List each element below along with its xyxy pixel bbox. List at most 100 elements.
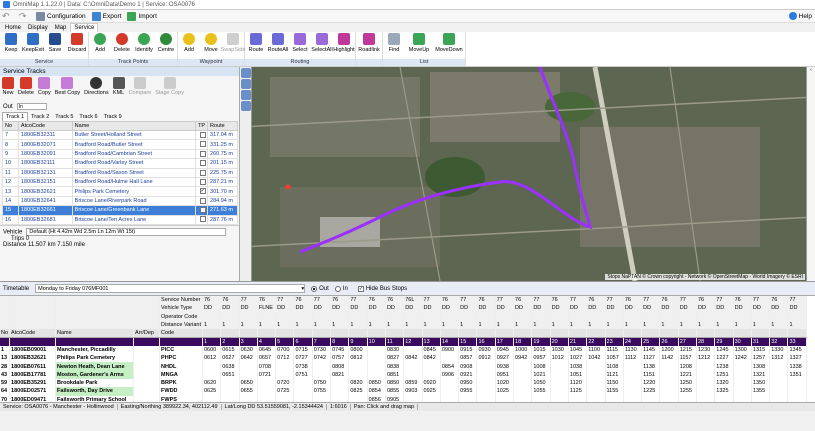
time-cell[interactable]: 1330 bbox=[769, 345, 789, 355]
timing-point-checkbox[interactable] bbox=[199, 150, 206, 157]
table-row[interactable]: 10 1800EB32111 Bradford Road/Varley Street… bbox=[2, 158, 238, 169]
tab-track-1[interactable]: Track 1 bbox=[2, 112, 29, 121]
time-cell[interactable] bbox=[659, 387, 679, 396]
time-cell[interactable] bbox=[733, 370, 752, 379]
direction-field[interactable]: In bbox=[16, 103, 47, 110]
time-cell[interactable]: 0950 bbox=[458, 378, 478, 388]
time-cell[interactable]: 1020 bbox=[495, 378, 515, 388]
time-cell[interactable]: 0742 bbox=[312, 354, 332, 363]
time-cell[interactable] bbox=[623, 387, 643, 396]
timing-point-checkbox[interactable] bbox=[199, 141, 206, 148]
time-cell[interactable]: 0720 bbox=[275, 378, 295, 388]
time-cell[interactable]: 1021 bbox=[531, 370, 551, 379]
time-cell[interactable] bbox=[678, 395, 698, 402]
time-cell[interactable]: 0600 bbox=[202, 345, 222, 355]
table-row[interactable]: 13 1800EB32621 Philips Park Cemetery PHPC 06… bbox=[0, 354, 807, 363]
col-route[interactable]: Route bbox=[207, 121, 238, 131]
time-cell[interactable] bbox=[403, 395, 423, 402]
time-cell[interactable] bbox=[330, 395, 350, 402]
time-cell[interactable]: 1100 bbox=[586, 345, 606, 355]
time-cell[interactable] bbox=[696, 378, 716, 388]
time-cell[interactable]: 1150 bbox=[605, 378, 624, 388]
time-cell[interactable] bbox=[586, 362, 606, 371]
delete-track-button[interactable]: Delete bbox=[18, 77, 34, 101]
time-cell[interactable] bbox=[769, 387, 789, 396]
time-cell[interactable]: 0930 bbox=[476, 345, 496, 355]
time-cell[interactable]: 0808 bbox=[330, 362, 350, 371]
col-no[interactable]: No bbox=[2, 121, 19, 131]
time-cell[interactable] bbox=[220, 395, 240, 402]
best-copy-button[interactable]: Best Copy bbox=[55, 77, 80, 101]
time-cell[interactable]: 1125 bbox=[568, 387, 588, 396]
time-cell[interactable] bbox=[714, 395, 734, 402]
time-cell[interactable]: 1115 bbox=[605, 345, 624, 355]
time-cell[interactable] bbox=[330, 378, 350, 388]
time-cell[interactable]: 1350 bbox=[751, 378, 771, 388]
table-row[interactable]: 28 1800EB07611 Newton Heath, Dean Lane NHDL… bbox=[0, 362, 807, 371]
time-cell[interactable]: 1351 bbox=[787, 370, 807, 379]
time-cell[interactable] bbox=[220, 378, 240, 388]
kml-button[interactable]: KML bbox=[112, 77, 125, 101]
time-cell[interactable] bbox=[513, 370, 533, 379]
time-cell[interactable]: 0908 bbox=[458, 362, 478, 371]
export-button[interactable]: Export bbox=[91, 11, 121, 21]
time-cell[interactable] bbox=[293, 395, 313, 402]
time-cell[interactable] bbox=[367, 370, 386, 379]
time-cell[interactable]: 1157 bbox=[678, 354, 698, 363]
time-cell[interactable] bbox=[733, 378, 752, 388]
time-cell[interactable]: 1250 bbox=[678, 378, 698, 388]
time-cell[interactable]: 1221 bbox=[678, 370, 698, 379]
time-cell[interactable]: 0903 bbox=[403, 387, 423, 396]
time-cell[interactable]: 1051 bbox=[568, 370, 588, 379]
configuration-button[interactable]: Configuration bbox=[36, 11, 86, 21]
time-cell[interactable] bbox=[440, 395, 460, 402]
satellite-map[interactable] bbox=[240, 67, 815, 281]
time-cell[interactable] bbox=[367, 354, 386, 363]
time-cell[interactable] bbox=[769, 370, 789, 379]
time-cell[interactable]: 1008 bbox=[531, 362, 551, 371]
timing-point-checkbox[interactable] bbox=[199, 131, 206, 138]
time-cell[interactable]: 1121 bbox=[605, 370, 624, 379]
time-cell[interactable]: 0745 bbox=[330, 345, 350, 355]
map-view[interactable]: ‹ Stops NaPTAN © Crown copyright - Netwo… bbox=[240, 67, 815, 281]
time-cell[interactable]: 1045 bbox=[568, 345, 588, 355]
undo-button[interactable]: ↶ bbox=[2, 11, 13, 21]
time-cell[interactable]: 0627 bbox=[220, 354, 240, 363]
time-cell[interactable] bbox=[751, 395, 771, 402]
find-button[interactable]: Find bbox=[383, 33, 405, 53]
zoom-out-icon[interactable] bbox=[241, 90, 251, 100]
move-waypoint-button[interactable]: Move bbox=[200, 33, 222, 53]
time-cell[interactable]: 0951 bbox=[495, 370, 515, 379]
time-cell[interactable]: 1120 bbox=[568, 378, 588, 388]
time-cell[interactable]: 1245 bbox=[714, 345, 734, 355]
time-cell[interactable]: 0708 bbox=[257, 362, 277, 371]
timetable-select[interactable]: Monday to Friday 076MF001 ▾ bbox=[35, 284, 306, 293]
table-row[interactable]: 8 1800EB32071 Bradford Road/Butler Street 3… bbox=[2, 139, 238, 150]
time-cell[interactable]: 0755 bbox=[312, 387, 332, 396]
time-cell[interactable] bbox=[440, 387, 460, 396]
new-track-button[interactable]: New bbox=[2, 77, 14, 101]
col-tp[interactable]: TP bbox=[195, 121, 209, 131]
save-button[interactable]: Save bbox=[44, 33, 66, 53]
time-cell[interactable]: 0821 bbox=[330, 370, 350, 379]
time-cell[interactable] bbox=[659, 370, 679, 379]
time-cell[interactable] bbox=[696, 387, 716, 396]
time-cell[interactable] bbox=[531, 395, 551, 402]
time-cell[interactable] bbox=[568, 395, 588, 402]
time-cell[interactable] bbox=[348, 370, 368, 379]
time-cell[interactable]: 1015 bbox=[531, 345, 551, 355]
time-cell[interactable] bbox=[787, 378, 807, 388]
table-row[interactable]: 12 1800EB32151 Bradford Road/Hulme Hall La… bbox=[2, 176, 238, 188]
time-cell[interactable] bbox=[623, 395, 643, 402]
time-cell[interactable] bbox=[458, 395, 478, 402]
time-cell[interactable]: 0955 bbox=[458, 387, 478, 396]
time-cell[interactable]: 0906 bbox=[440, 370, 460, 379]
time-cell[interactable]: 0730 bbox=[312, 345, 332, 355]
time-cell[interactable]: 1000 bbox=[513, 345, 533, 355]
time-cell[interactable]: 1251 bbox=[714, 370, 734, 379]
time-cell[interactable] bbox=[696, 362, 716, 371]
time-cell[interactable]: 1215 bbox=[678, 345, 698, 355]
time-cell[interactable]: 0830 bbox=[385, 345, 405, 355]
import-button[interactable]: Import bbox=[127, 11, 157, 21]
time-cell[interactable]: 1225 bbox=[641, 387, 661, 396]
